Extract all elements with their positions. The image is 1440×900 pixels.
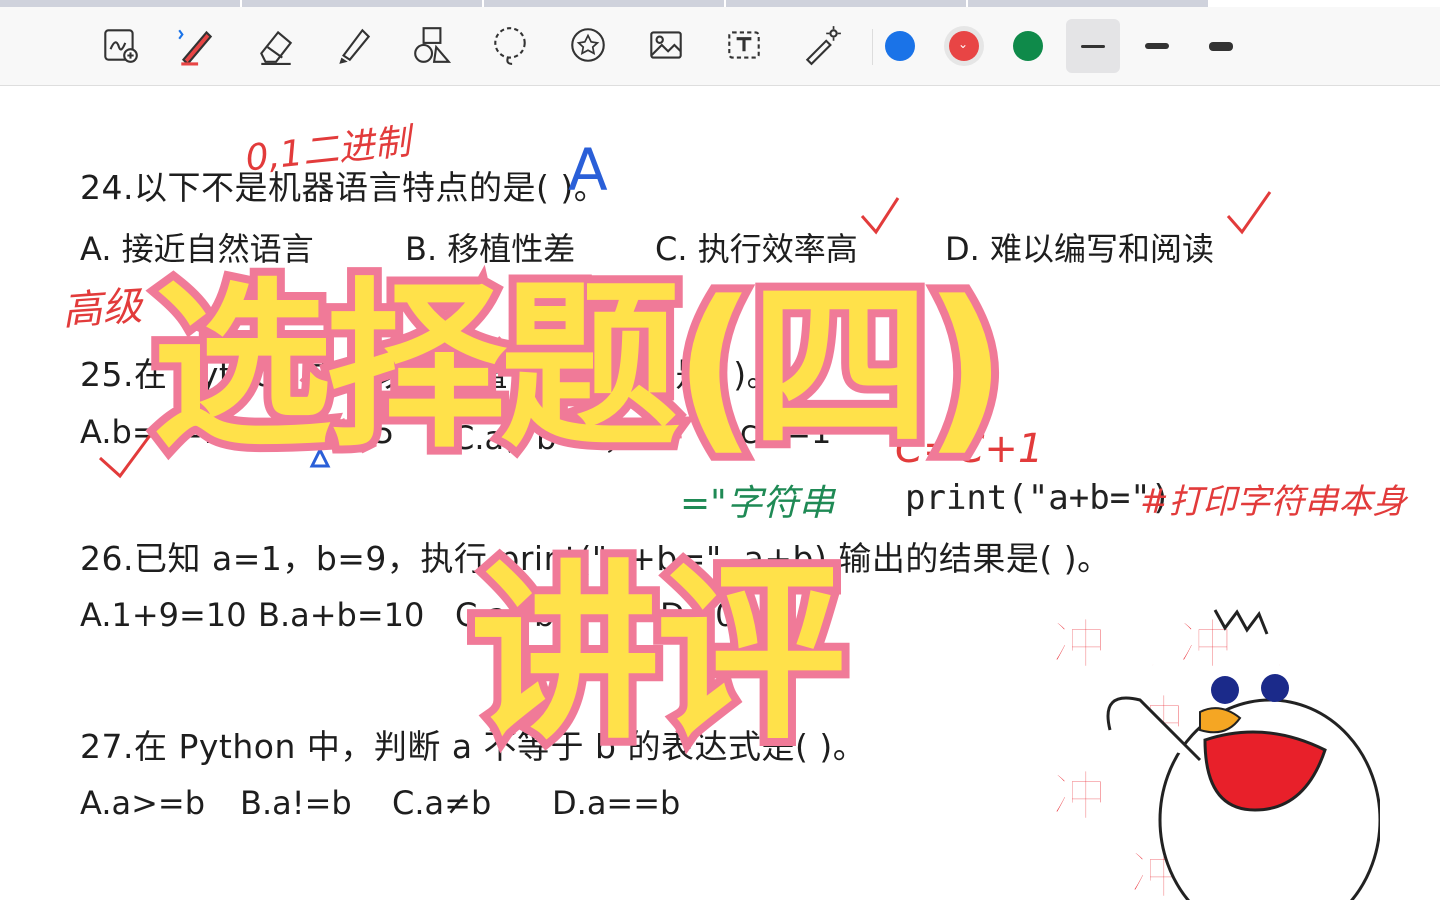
chevron-down-icon: ⌄ (958, 37, 969, 51)
tab-segment[interactable] (242, 0, 484, 7)
color-swatch-blue[interactable] (885, 31, 915, 61)
tab-segment[interactable] (0, 0, 242, 7)
pen-size-thick[interactable] (1194, 19, 1248, 73)
color-swatch-red[interactable]: ⌄ (949, 31, 979, 61)
notes-add-icon[interactable] (94, 19, 146, 71)
duck-mascot-icon (1106, 609, 1380, 900)
tab-segment[interactable] (726, 0, 968, 7)
window-tab-strip (0, 0, 1210, 7)
eraser-icon[interactable] (250, 19, 302, 71)
checkmark-icon (98, 429, 156, 479)
shapes-icon[interactable] (406, 19, 458, 71)
overlay-subtitle: 讲评 (462, 536, 854, 773)
color-swatch-green[interactable] (1013, 31, 1043, 61)
pen-icon[interactable] (170, 19, 222, 71)
tab-segment[interactable] (484, 0, 726, 7)
image-icon[interactable] (640, 19, 692, 71)
highlighter-icon[interactable] (328, 19, 380, 71)
toolbar-divider (872, 29, 873, 65)
overlay-title: 选择题(四) (144, 255, 1015, 480)
pen-size-medium[interactable] (1130, 19, 1184, 73)
lasso-icon[interactable] (484, 19, 536, 71)
text-icon[interactable] (718, 19, 770, 71)
checkmark-icon (1226, 191, 1272, 235)
drawing-toolbar: ⌄ (0, 7, 1440, 86)
cheer-sticker: 冲鸭 冲鸭 冲 冲鸭 冲 (1040, 590, 1380, 900)
pen-size-thin[interactable] (1066, 19, 1120, 73)
sticker-icon[interactable] (562, 19, 614, 71)
laser-pointer-icon[interactable] (796, 19, 848, 71)
tab-segment[interactable] (968, 0, 1210, 7)
